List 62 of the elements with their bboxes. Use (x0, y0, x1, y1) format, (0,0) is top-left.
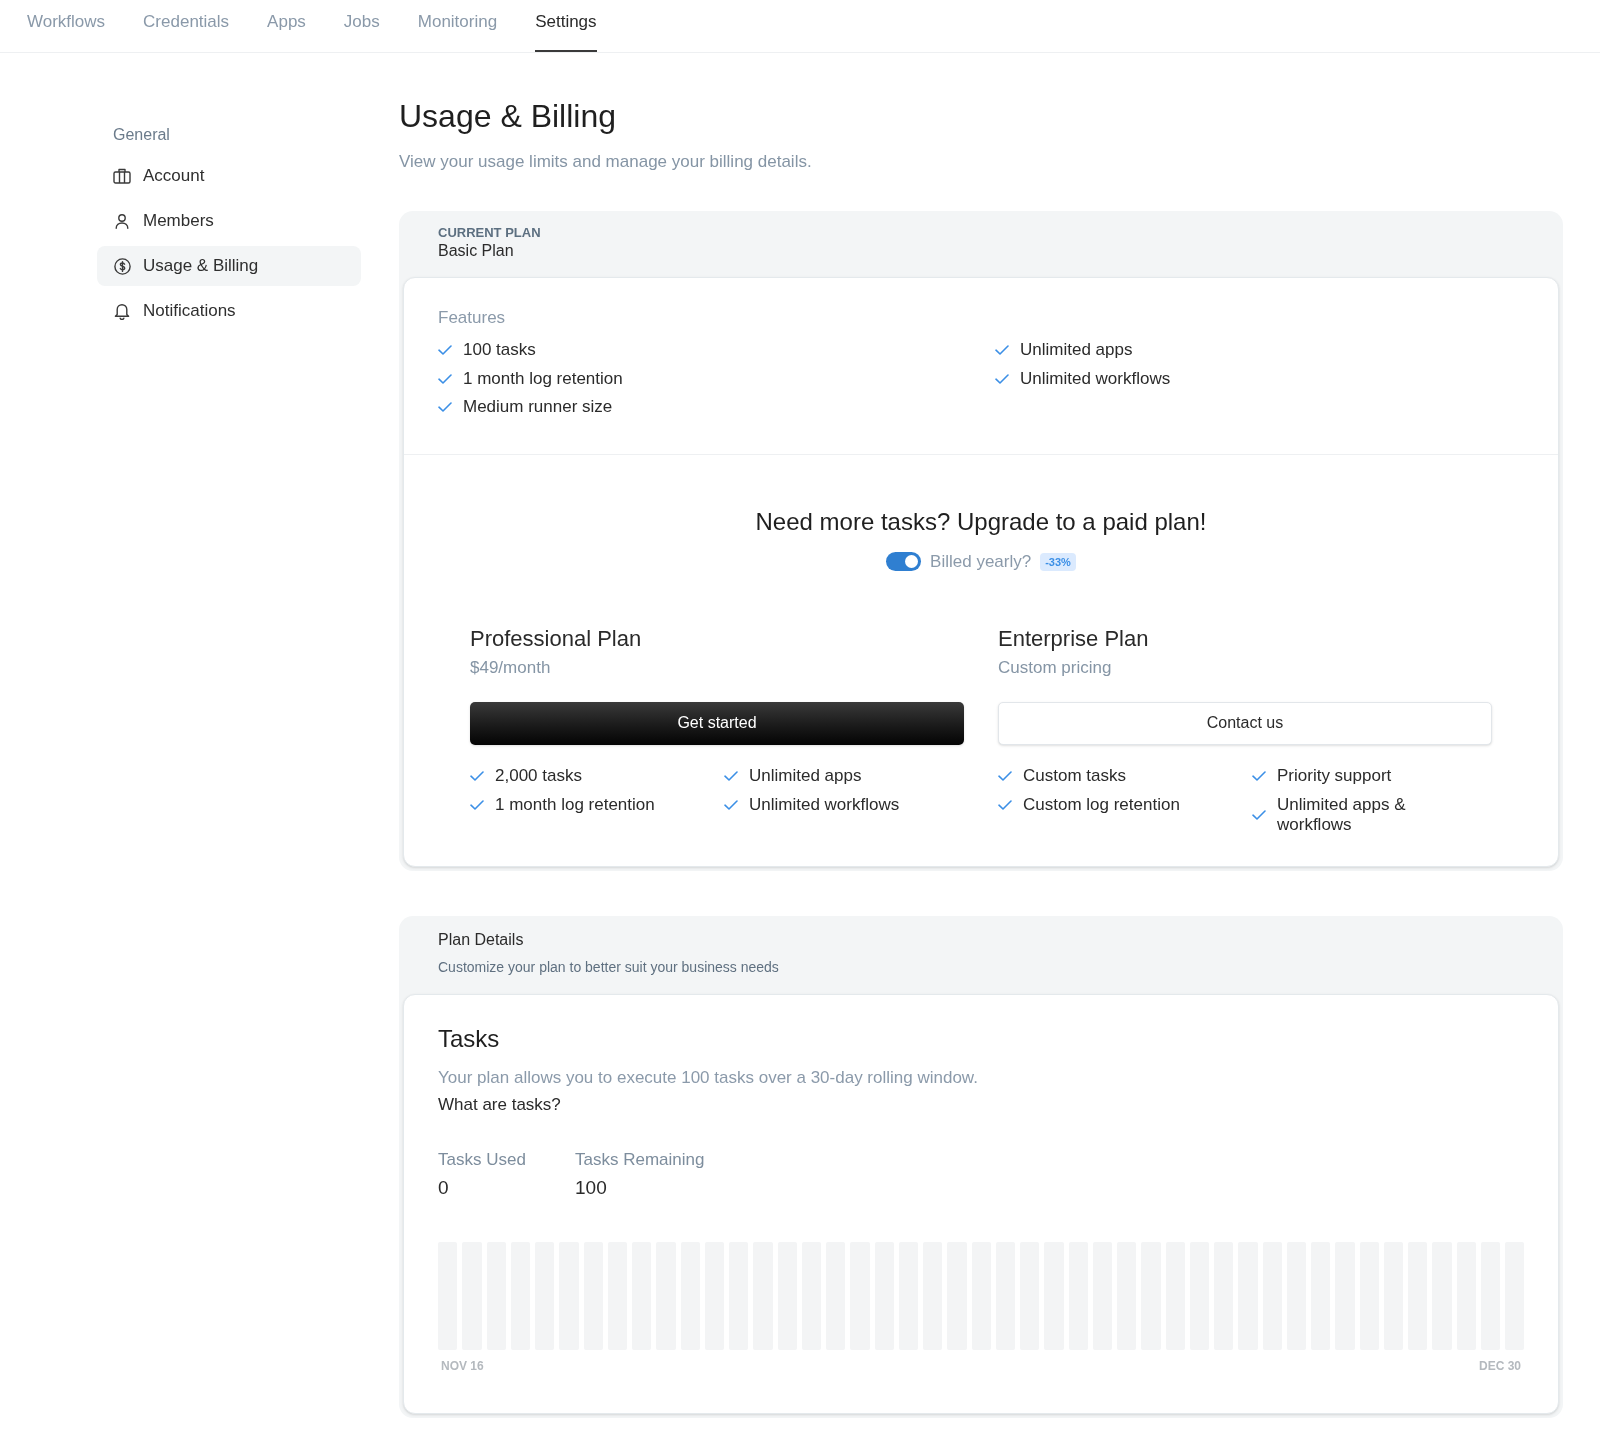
axis-label: DEC 30 (1478, 1357, 1521, 1374)
contact-button[interactable]: Contact us (998, 701, 1492, 745)
plan-price: $49/month (470, 656, 552, 679)
stat-value: 0 (438, 1175, 450, 1200)
sidebar-section-title: General (112, 125, 171, 145)
plan-name: Professional Plan (470, 624, 643, 653)
nav-tab[interactable]: Settings (535, 0, 597, 52)
current-plan-name: Basic Plan (438, 241, 515, 261)
check-icon (1252, 809, 1266, 820)
check-icon (438, 402, 452, 413)
check-icon (998, 799, 1012, 810)
sidebar-item[interactable]: Notifications (97, 291, 361, 331)
axis-label: NOV 16 (441, 1357, 484, 1374)
discount-badge: -33% (1040, 552, 1076, 571)
feature-text: Unlimited apps (749, 765, 862, 786)
sidebar-item[interactable]: Usage & Billing (97, 246, 361, 286)
feature-text: 100 tasks (463, 339, 536, 361)
tasks-description: Your plan allows you to execute 100 tasks over a 30-day rolling window. (438, 1066, 979, 1089)
get-started-button[interactable]: Get started (470, 701, 964, 745)
features-label: Features (438, 307, 507, 329)
check-icon (438, 373, 452, 384)
feature-text: Custom tasks (1023, 765, 1126, 786)
tasks-heading: Tasks (438, 1023, 501, 1054)
sidebar-item[interactable]: Members (97, 201, 361, 241)
check-icon (438, 345, 452, 356)
feature-text: Unlimited apps (1020, 339, 1133, 361)
plan-name: Enterprise Plan (998, 624, 1150, 653)
billing-toggle[interactable] (886, 552, 922, 571)
stat-value: 100 (575, 1175, 608, 1200)
stat-label: Tasks Remaining (575, 1148, 706, 1171)
feature-text: Custom log retention (1023, 794, 1180, 815)
feature-text: 1 month log retention (495, 794, 655, 815)
check-icon (998, 770, 1012, 781)
bell-icon (114, 302, 130, 320)
feature-text: Medium runner size (463, 396, 613, 418)
check-icon (470, 770, 484, 781)
feature-text: 1 month log retention (463, 367, 623, 390)
check-icon (724, 799, 738, 810)
section-subtitle: Customize your plan to better suit your business needs (438, 957, 780, 976)
feature-text: Unlimited workflows (749, 794, 900, 815)
sidebar-item[interactable]: Account (97, 156, 361, 196)
check-icon (470, 799, 484, 810)
feature-text: Priority support (1277, 765, 1392, 786)
briefcase-icon (113, 168, 131, 184)
section-label: CURRENT PLAN (438, 225, 542, 241)
feature-text: 2,000 tasks (495, 765, 582, 786)
stat-label: Tasks Used (438, 1148, 527, 1171)
page-title: Usage & Billing (399, 97, 617, 136)
check-icon (724, 770, 738, 781)
check-icon (995, 345, 1009, 356)
plan-price: Custom pricing (998, 656, 1113, 679)
page-subtitle: View your usage limits and manage your billing details. (399, 151, 813, 173)
dollar-coin-icon (113, 257, 131, 275)
toggle-label: Billed yearly? (930, 551, 1032, 572)
section-title: Plan Details (438, 929, 525, 950)
person-icon (114, 213, 130, 229)
help-link[interactable]: What are tasks? (438, 1092, 561, 1117)
feature-text: Unlimited apps & workflows (1277, 794, 1407, 835)
check-icon (1252, 770, 1266, 781)
upgrade-heading: Need more tasks? Upgrade to a paid plan! (754, 506, 1208, 537)
check-icon (995, 373, 1009, 384)
feature-text: Unlimited workflows (1020, 367, 1171, 390)
